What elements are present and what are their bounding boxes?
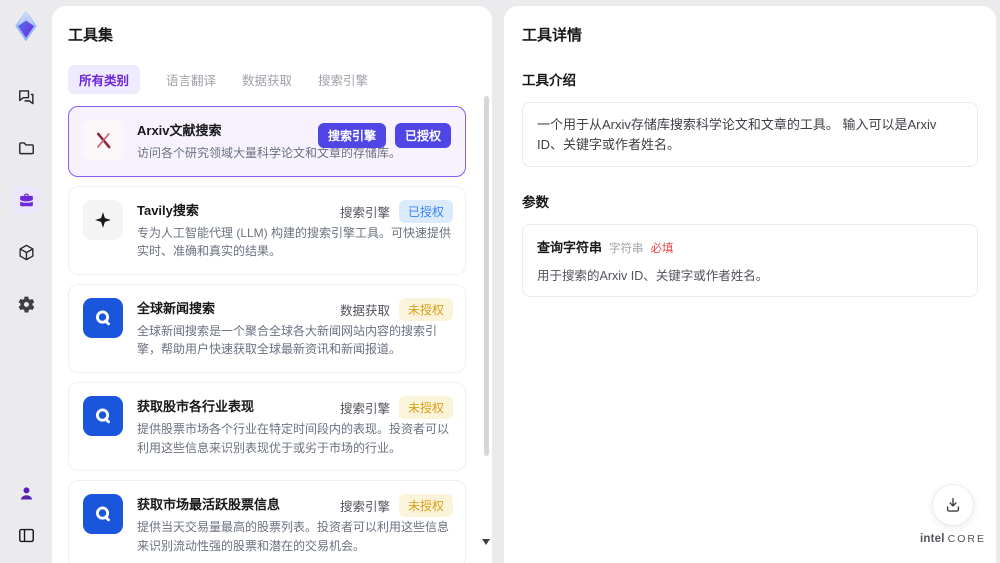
tool-auth-badge: 未授权: [398, 297, 453, 321]
category-tabs: 所有类别 语言翻译 数据获取 搜索引擎: [68, 65, 476, 94]
param-description: 用于搜索的Arxiv ID、关键字或作者姓名。: [537, 269, 769, 283]
tool-description: 全球新闻搜索是一个聚合全球各大新闻网站内容的搜索引擎，帮助用户快速获取全球最新资…: [137, 323, 438, 357]
nav-settings-icon[interactable]: [12, 290, 40, 318]
param-head: 查询字符串 字符串 必填: [537, 237, 963, 256]
tool-icon: [83, 120, 123, 160]
tab-2[interactable]: 数据获取: [242, 70, 292, 89]
intro-box: 一个用于从Arxiv存储库搜索科学论文和文章的工具。 输入可以是Arxiv ID…: [522, 102, 978, 167]
tool-icon: [83, 494, 123, 535]
collapse-panel-icon[interactable]: [12, 521, 40, 549]
tool-description: 提供当天交易量最高的股票列表。投资者可以利用这些信息来识别流动性强的股票和潜在的…: [137, 520, 450, 553]
tool-category-badge: 数据获取: [339, 303, 390, 318]
tool-card[interactable]: 全球新闻搜索 全球新闻搜索是一个聚合全球各大新闻网站内容的搜索引擎，帮助用户快速…: [68, 283, 466, 373]
page-title: 工具集: [68, 27, 114, 44]
tool-card[interactable]: Arxiv文献搜索 访问各个研究领域大量科学论文和文章的存储库。 搜索引擎 已授…: [68, 106, 466, 177]
tool-list: Arxiv文献搜索 访问各个研究领域大量科学论文和文章的存储库。 搜索引擎 已授…: [68, 106, 476, 563]
rail-bottom: [0, 479, 52, 549]
tab-0[interactable]: 所有类别: [68, 65, 141, 94]
nav-chat-icon[interactable]: [12, 82, 40, 110]
tool-detail-panel: 工具详情 工具介绍 一个用于从Arxiv存储库搜索科学论文和文章的工具。 输入可…: [504, 6, 996, 563]
corner-widgets: intel CORE: [920, 484, 986, 545]
tool-icon: [83, 199, 123, 240]
tool-auth-badge: 已授权: [394, 123, 451, 148]
download-button[interactable]: [932, 484, 974, 526]
tool-card[interactable]: Tavily搜索 专为人工智能代理 (LLM) 构建的搜索引擎工具。可快速提供实…: [68, 185, 466, 275]
app-rail: [0, 0, 52, 563]
tab-3[interactable]: 搜索引擎: [318, 70, 368, 89]
intro-heading: 工具介绍: [522, 73, 576, 88]
scroll-down-indicator[interactable]: [482, 539, 490, 545]
tool-auth-badge: 已授权: [398, 199, 453, 223]
tool-icon: [83, 297, 123, 338]
brand-core-text: CORE: [947, 533, 986, 545]
tool-auth-badge: 未授权: [398, 395, 453, 419]
tool-icon: [83, 395, 123, 436]
tool-badges: 数据获取 未授权: [339, 297, 453, 321]
intro-text: 一个用于从Arxiv存储库搜索科学论文和文章的工具。 输入可以是Arxiv ID…: [537, 117, 937, 152]
param-required-flag: 必填: [650, 243, 674, 255]
rail-nav: [12, 82, 40, 318]
tool-list-panel: 工具集 所有类别 语言翻译 数据获取 搜索引擎 Arxiv文献搜索 访问各个研究领域大…: [52, 6, 492, 563]
tool-description: 专为人工智能代理 (LLM) 构建的搜索引擎工具。可快速提供实时、准确和真实的结…: [137, 225, 452, 259]
param-box: 查询字符串 字符串 必填 用于搜索的Arxiv ID、关键字或作者姓名。: [522, 224, 978, 297]
detail-title: 工具详情: [522, 27, 583, 44]
tool-category-badge: 搜索引擎: [317, 123, 386, 148]
tool-badges: 搜索引擎 已授权: [339, 199, 453, 223]
nav-folder-icon[interactable]: [12, 134, 40, 162]
tool-badges: 搜索引擎 未授权: [339, 494, 453, 518]
tab-1[interactable]: 语言翻译: [166, 70, 216, 89]
brand-intel-text: intel: [920, 533, 945, 545]
download-icon: [946, 498, 960, 512]
tool-auth-badge: 未授权: [398, 494, 453, 518]
nav-cube-icon[interactable]: [12, 238, 40, 266]
intel-core-logo: intel CORE: [920, 533, 986, 545]
tool-category-badge: 搜索引擎: [339, 205, 390, 220]
tool-badges: 搜索引擎 已授权: [317, 123, 451, 148]
tool-category-badge: 搜索引擎: [339, 500, 390, 515]
param-name: 查询字符串: [537, 240, 603, 255]
tool-badges: 搜索引擎 未授权: [339, 395, 453, 419]
params-heading: 参数: [522, 195, 549, 210]
tool-category-badge: 搜索引擎: [339, 401, 390, 416]
tool-description: 提供股票市场各个行业在特定时间段内的表现。投资者可以利用这些信息来识别表现优于或…: [137, 421, 450, 455]
app-logo: [8, 8, 44, 44]
user-avatar-icon[interactable]: [12, 479, 40, 507]
tool-card[interactable]: 获取股市各行业表现 提供股票市场各个行业在特定时间段内的表现。投资者可以利用这些…: [68, 381, 466, 472]
param-type: 字符串: [609, 243, 644, 255]
nav-toolbox-icon[interactable]: [12, 186, 40, 214]
tool-card[interactable]: 获取市场最活跃股票信息 提供当天交易量最高的股票列表。投资者可以利用这些信息来识…: [68, 480, 466, 563]
list-scrollbar[interactable]: [484, 96, 489, 456]
